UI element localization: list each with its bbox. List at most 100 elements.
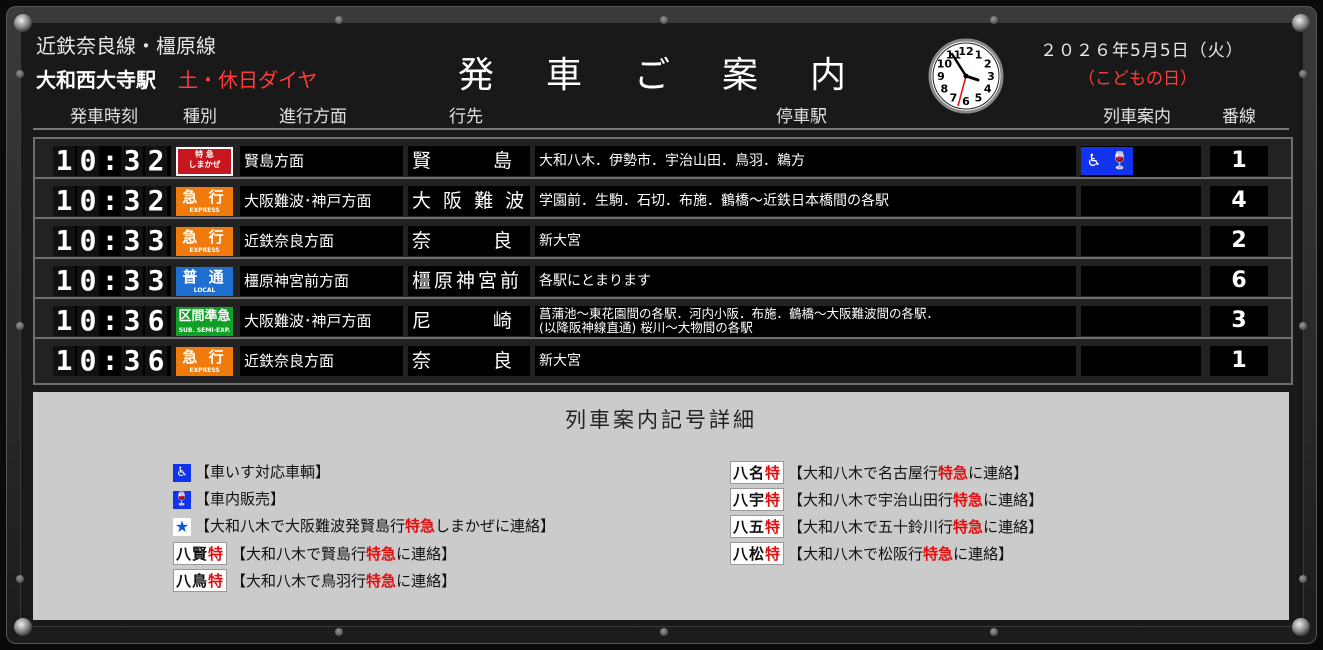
date: ２０２６年5月5日（火） <box>1040 41 1244 61</box>
clock-number: 1 <box>975 48 983 61</box>
departure-time: 10:36 <box>53 306 171 336</box>
screw-bottom-left <box>14 618 32 636</box>
legend-title: 列車案内記号詳細 <box>565 408 757 432</box>
holiday-name: （こどもの日） <box>1078 69 1197 89</box>
track-number: 2 <box>1210 226 1268 256</box>
train-info <box>1081 306 1201 336</box>
departure-table: 10:32特 急しまかぜ 賢島方面賢 島大和八木．伊勢市．宇治山田．鳥羽．鵜方 ♿ 🍷… <box>33 137 1293 385</box>
rivet <box>1299 322 1307 330</box>
rivet <box>660 16 668 24</box>
train-info: ♿ 🍷 <box>1081 146 1201 177</box>
destination: 奈 良 <box>408 346 530 376</box>
connection-tag: 八宇特 <box>730 488 785 511</box>
train-row: 10:33急 行 EXPRESS 近鉄奈良方面奈 良新大宮 2 <box>35 219 1291 259</box>
train-row: 10:32特 急しまかぜ 賢島方面賢 島大和八木．伊勢市．宇治山田．鳥羽．鵜方 ♿ 🍷… <box>35 139 1291 179</box>
direction: 橿原神宮前方面 <box>240 266 403 296</box>
track-number: 6 <box>1210 266 1268 296</box>
train-row: 10:36急 行 EXPRESS 近鉄奈良方面奈 良新大宮 1 <box>35 339 1291 377</box>
train-type-badge: 特 急しまかぜ <box>176 147 233 176</box>
departure-time: 10:32 <box>53 186 171 216</box>
screw-top-left <box>14 14 32 32</box>
legend-item: 八名特 【大和八木で名古屋行特急に連絡】 <box>730 461 1028 484</box>
rivet <box>16 322 24 330</box>
legend-item: 🍷 【車内販売】 <box>173 490 286 509</box>
destination: 大 阪 難 波 <box>408 186 530 216</box>
departure-time: 10:36 <box>53 346 171 376</box>
rivet <box>990 16 998 24</box>
clock-number: 7 <box>950 92 958 105</box>
col-header-track: 番線 <box>1222 107 1256 127</box>
vending-icon: 🍷 <box>173 490 191 509</box>
train-row: 10:33普 通 LOCAL 橿原神宮前方面 橿原神宮前 各駅にとまります 6 <box>35 259 1291 299</box>
col-header-destination: 行先 <box>449 107 483 127</box>
track-number: 1 <box>1210 346 1268 376</box>
train-info <box>1081 226 1201 256</box>
wheelchair-icon: ♿ <box>1081 147 1107 175</box>
train-type-badge: 急 行 EXPRESS <box>176 227 233 256</box>
track-number: 1 <box>1210 146 1268 176</box>
direction: 近鉄奈良方面 <box>240 226 403 256</box>
stop-stations: 菖蒲池～東花園間の各駅．河内小阪．布施．鶴橋～大阪難波間の各駅． (以降阪神線直通… <box>535 306 1076 337</box>
clock-number: 5 <box>975 92 983 105</box>
track-number: 4 <box>1210 186 1268 216</box>
clock-number: 9 <box>937 70 945 83</box>
direction: 賢島方面 <box>240 146 403 176</box>
connection-tag: 八名特 <box>730 461 785 484</box>
rivet <box>16 575 24 583</box>
train-info <box>1081 186 1201 216</box>
rivet <box>1299 575 1307 583</box>
direction: 近鉄奈良方面 <box>240 346 403 376</box>
clock-number: 2 <box>984 58 992 71</box>
rivet <box>1299 70 1307 78</box>
train-type-badge: 急 行 EXPRESS <box>176 187 233 216</box>
rivet <box>335 628 343 636</box>
destination: 橿原神宮前 <box>408 266 530 296</box>
station-name: 大和西大寺駅 <box>36 68 156 92</box>
col-header-info: 列車案内 <box>1103 107 1171 127</box>
train-info <box>1081 266 1201 296</box>
destination: 賢 島 <box>408 146 530 176</box>
col-header-type: 種別 <box>183 107 217 127</box>
departure-time: 10:32 <box>53 146 171 176</box>
clock-icon: 121234567891011 <box>928 38 1004 114</box>
stop-stations: 大和八木．伊勢市．宇治山田．鳥羽．鵜方 <box>535 146 1076 176</box>
legend-item: 八五特 【大和八木で五十鈴川行特急に連絡】 <box>730 515 1043 538</box>
clock-number: 4 <box>984 83 992 96</box>
train-type-badge: 普 通 LOCAL <box>176 267 233 296</box>
connection-tag: 八鳥特 <box>173 569 228 592</box>
legend-item: ♿ 【車いす対応車輌】 <box>173 461 330 482</box>
connection-tag: 八五特 <box>730 515 785 538</box>
connection-tag: 八松特 <box>730 542 785 565</box>
clock-number: 6 <box>962 95 970 108</box>
legend-item: 八賢特 【大和八木で賢島行特急に連絡】 <box>173 542 456 565</box>
col-header-stops: 停車駅 <box>776 107 827 127</box>
col-header-time: 発車時刻 <box>70 107 138 127</box>
title-char: 案 <box>722 55 761 96</box>
board-title: 発車ご案内 <box>458 46 898 98</box>
rivet <box>990 628 998 636</box>
legend-item: 八松特 【大和八木で松阪行特急に連絡】 <box>730 542 1013 565</box>
title-char: ご <box>634 55 673 96</box>
screw-bottom-right <box>1292 618 1310 636</box>
track-number: 3 <box>1210 306 1268 336</box>
legend-item: ★ 【大和八木で大阪難波発賢島行特急しまかぜに連絡】 <box>173 516 556 536</box>
direction: 大阪難波･神戸方面 <box>240 186 403 216</box>
title-char: 発 <box>458 55 497 96</box>
wheelchair-icon: ♿ <box>173 463 191 482</box>
train-info <box>1081 346 1201 376</box>
header-divider <box>33 128 1289 130</box>
rivet <box>660 628 668 636</box>
stop-stations: 各駅にとまります <box>535 266 1076 296</box>
title-char: 内 <box>810 55 849 96</box>
star-icon: ★ <box>173 516 191 536</box>
train-row: 1 0:3 6 区間準急 SUB. SEMI-EXP. 大阪難波･神戸方面尼 崎菖蒲池～東… <box>35 299 1291 339</box>
clock-number: 3 <box>987 70 995 83</box>
destination: 奈 良 <box>408 226 530 256</box>
clock-number: 8 <box>941 83 949 96</box>
rivet <box>335 16 343 24</box>
day-type: 土・休日ダイヤ <box>178 68 318 92</box>
departure-time: 10:33 <box>53 226 171 256</box>
col-header-direction: 進行方面 <box>279 107 347 127</box>
connection-tag: 八賢特 <box>173 542 228 565</box>
legend-item: 八鳥特 【大和八木で鳥羽行特急に連絡】 <box>173 569 456 592</box>
